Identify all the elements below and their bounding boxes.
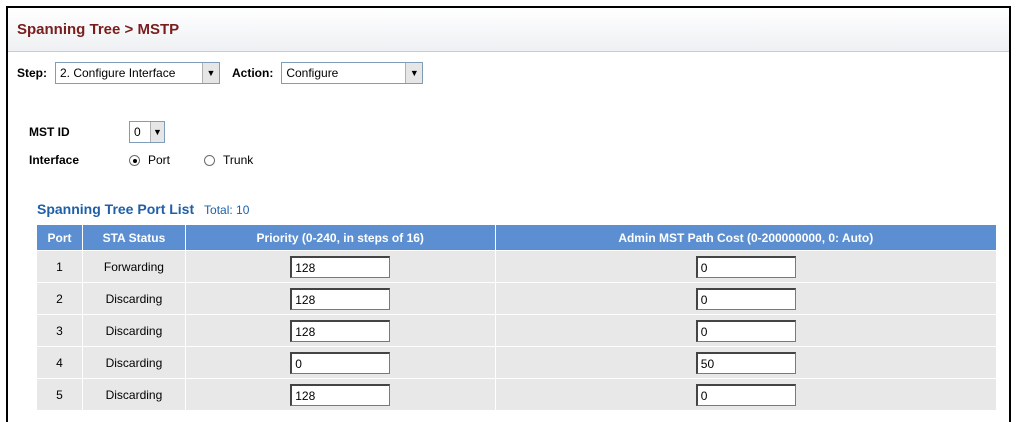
sta-status-cell: Discarding <box>81 346 186 379</box>
title-bar: Spanning Tree > MSTP <box>8 8 1009 52</box>
table-row: 3 Discarding 128 0 <box>36 314 998 347</box>
path-cost-cell: 50 <box>494 346 998 379</box>
radio-port-label: Port <box>148 153 171 167</box>
priority-input[interactable]: 0 <box>290 351 391 374</box>
path-cost-input[interactable]: 0 <box>695 287 796 310</box>
mst-id-select[interactable]: 0 ▼ <box>129 121 165 143</box>
table-row: 2 Discarding 128 0 <box>36 282 998 315</box>
step-select-value: 2. Configure Interface <box>60 66 176 80</box>
sta-status-cell: Discarding <box>81 282 186 315</box>
sta-status-cell: Discarding <box>81 378 186 411</box>
port-cell: 5 <box>36 378 83 411</box>
radio-trunk[interactable] <box>204 154 216 166</box>
priority-cell: 128 <box>184 282 496 315</box>
port-list-caption: Spanning Tree Port List Total: 10 <box>37 201 249 217</box>
column-header-port: Port <box>36 224 83 251</box>
interface-label: Interface <box>29 153 80 167</box>
step-toolbar: Step: 2. Configure Interface ▼ Action: C… <box>17 62 424 84</box>
action-label: Action: <box>232 66 274 80</box>
path-cost-cell: 0 <box>494 250 998 283</box>
main-frame: Spanning Tree > MSTP Step: 2. Configure … <box>6 6 1011 422</box>
table-row: 1 Forwarding 128 0 <box>36 250 998 283</box>
radio-trunk-label: Trunk <box>223 153 254 167</box>
step-label: Step: <box>17 66 47 80</box>
priority-input[interactable]: 128 <box>290 319 391 342</box>
table-row: 5 Discarding 128 0 <box>36 378 998 411</box>
radio-port[interactable] <box>129 154 140 166</box>
priority-cell: 0 <box>184 346 496 379</box>
path-cost-cell: 0 <box>494 314 998 347</box>
path-cost-input[interactable]: 0 <box>695 319 796 342</box>
path-cost-cell: 0 <box>494 378 998 411</box>
mst-id-label: MST ID <box>29 125 70 139</box>
sta-status-cell: Discarding <box>81 314 186 347</box>
path-cost-input[interactable]: 0 <box>695 383 796 406</box>
column-header-path-cost: Admin MST Path Cost (0-200000000, 0: Aut… <box>494 224 998 251</box>
priority-input[interactable]: 128 <box>290 383 391 406</box>
priority-cell: 128 <box>184 378 496 411</box>
chevron-down-icon[interactable]: ▼ <box>150 122 164 142</box>
chevron-down-icon[interactable]: ▼ <box>405 63 423 83</box>
column-header-priority: Priority (0-240, in steps of 16) <box>184 224 496 251</box>
column-header-sta-status: STA Status <box>81 224 186 251</box>
priority-cell: 128 <box>184 314 496 347</box>
port-list-title: Spanning Tree Port List <box>37 201 195 217</box>
mst-id-value: 0 <box>134 125 141 139</box>
priority-input[interactable]: 128 <box>290 287 391 310</box>
path-cost-input[interactable]: 0 <box>695 255 796 278</box>
step-select[interactable]: 2. Configure Interface ▼ <box>55 62 220 84</box>
port-cell: 4 <box>36 346 83 379</box>
interface-form: MST ID 0 ▼ Interface Port Trunk <box>29 120 253 172</box>
port-list-total: Total: 10 <box>204 203 250 217</box>
chevron-down-icon[interactable]: ▼ <box>202 63 219 83</box>
table-row: 4 Discarding 0 50 <box>36 346 998 379</box>
table-header-row: Port STA Status Priority (0-240, in step… <box>36 224 998 251</box>
action-select[interactable]: Configure ▼ <box>281 62 424 84</box>
priority-cell: 128 <box>184 250 496 283</box>
port-cell: 3 <box>36 314 83 347</box>
port-cell: 2 <box>36 282 83 315</box>
path-cost-cell: 0 <box>494 282 998 315</box>
port-table: Port STA Status Priority (0-240, in step… <box>36 224 998 411</box>
priority-input[interactable]: 128 <box>290 255 391 278</box>
port-cell: 1 <box>36 250 83 283</box>
action-select-value: Configure <box>286 66 339 80</box>
sta-status-cell: Forwarding <box>81 250 186 283</box>
page-title: Spanning Tree > MSTP <box>17 21 180 38</box>
path-cost-input[interactable]: 50 <box>695 351 796 374</box>
